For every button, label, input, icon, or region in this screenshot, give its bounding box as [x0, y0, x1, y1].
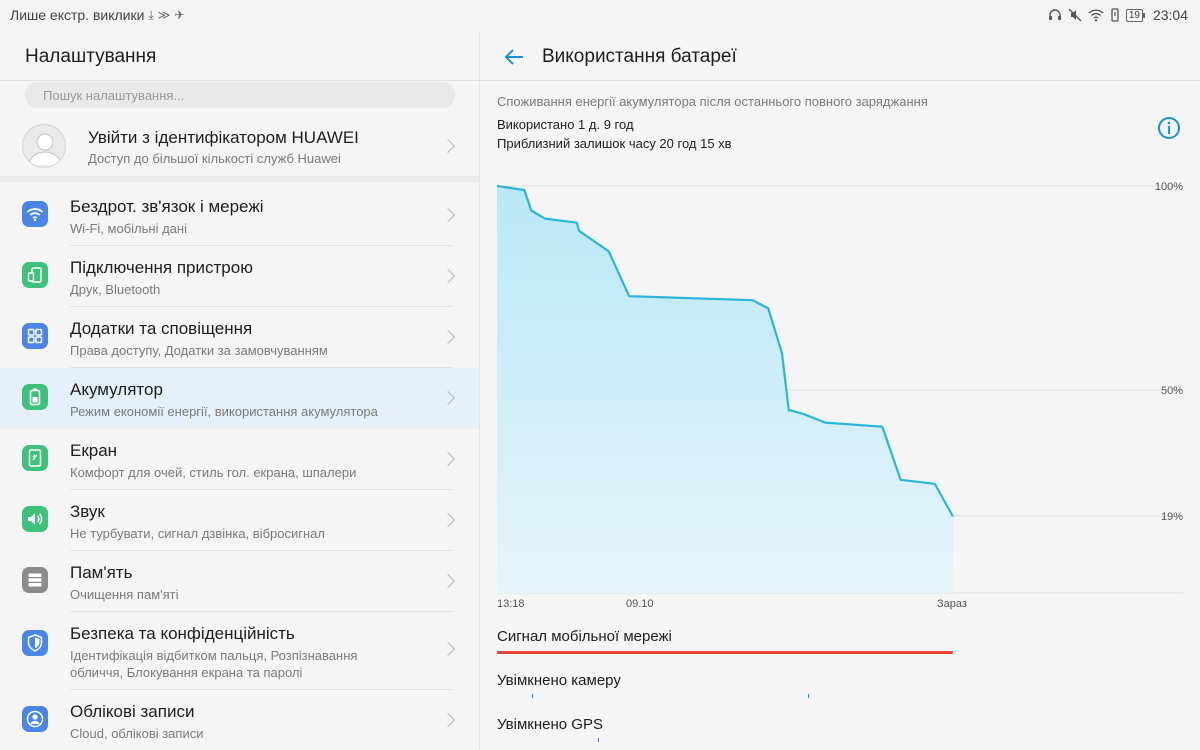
camera-usage-tick [532, 694, 533, 698]
y-tick-label: 50% [1161, 385, 1183, 397]
apps-icon [22, 323, 48, 349]
divider [0, 80, 479, 81]
account-title: Увійти з ідентифікатором HUAWEI [88, 128, 359, 147]
settings-item-subtitle: Режим економії енергії, використання аку… [70, 404, 378, 419]
storage-icon [22, 567, 48, 593]
y-tick-label: 100% [1155, 181, 1183, 193]
settings-item-apps[interactable]: Додатки та сповіщення Права доступу, Дод… [0, 307, 479, 368]
settings-item-subtitle: Не турбувати, сигнал дзвінка, вібросигна… [70, 526, 325, 541]
security-icon [22, 630, 48, 656]
chevron-right-icon [440, 268, 456, 284]
settings-item-title: Пам'ять [70, 563, 133, 582]
settings-item-title: Бездрот. зв'язок і мережі [70, 197, 264, 216]
settings-item-title: Екран [70, 441, 118, 460]
chevron-right-icon [440, 641, 456, 657]
settings-item-title: Додатки та сповіщення [70, 319, 253, 338]
account-subtitle: Доступ до більшої кількості служб Huawei [88, 151, 341, 166]
settings-item-subtitle: Комфорт для очей, стиль гол. екрана, шпа… [70, 465, 357, 480]
device-connect-icon [22, 262, 48, 288]
settings-pane: Налаштування Увійти з ідентифікатором HU… [0, 32, 480, 750]
settings-item-title: Безпека та конфіденційність [70, 624, 295, 643]
divider [0, 176, 479, 182]
chevron-right-icon [440, 390, 456, 406]
clock: 23:04 [1152, 7, 1188, 23]
wifi-icon [22, 201, 48, 227]
status-left: Лише екстр. виклики ⤓ ≫ ✈ [10, 7, 184, 23]
fast-charge-icon: ≫ [157, 8, 171, 22]
settings-item-subtitle: Очищення пам'яті [70, 587, 179, 602]
page-title: Налаштування [25, 46, 157, 67]
x-tick-label: Зараз [937, 598, 967, 610]
huawei-id-signin[interactable]: Увійти з ідентифікатором HUAWEI Доступ д… [0, 114, 479, 176]
chevron-right-icon [440, 512, 456, 528]
settings-item-security[interactable]: Безпека та конфіденційність Ідентифікаці… [0, 612, 479, 690]
vibrate-icon [1111, 8, 1119, 22]
headphones-icon [1048, 9, 1061, 20]
section-title: Увімкнено GPS [497, 716, 603, 733]
section-title: Увімкнено камеру [497, 672, 621, 689]
battery-status-icon: 19 [1125, 8, 1146, 22]
section-title: Сигнал мобільної мережі [497, 628, 672, 645]
carrier-status-text: Лише екстр. виклики [10, 7, 145, 23]
settings-item-title: Підключення пристрою [70, 258, 253, 277]
nfc-icon: ✈ [174, 8, 185, 22]
chevron-right-icon [440, 573, 456, 589]
settings-item-subtitle: Права доступу, Додатки за замовчуванням [70, 343, 328, 358]
settings-item-display[interactable]: Екран Комфорт для очей, стиль гол. екран… [0, 429, 479, 490]
settings-item-subtitle: Друк, Bluetooth [70, 282, 161, 297]
settings-item-device-connection[interactable]: Підключення пристрою Друк, Bluetooth [0, 246, 479, 307]
camera-usage-tick [808, 694, 809, 698]
chevron-right-icon [440, 329, 456, 345]
mobile-signal-bar [497, 651, 953, 654]
x-tick-label: 13:18 [497, 598, 525, 610]
settings-item-subtitle: Ідентифікація відбитком пальця, Розпізна… [70, 648, 358, 680]
status-bar: Лише екстр. виклики ⤓ ≫ ✈ 19 23:04 [0, 0, 1200, 32]
y-tick-label: 19% [1161, 511, 1183, 523]
mute-icon [1068, 8, 1082, 22]
download-icon: ⤓ [148, 7, 154, 22]
settings-item-title: Звук [70, 502, 105, 521]
accounts-icon [22, 706, 48, 732]
battery-usage-pane: Використання батареї Споживання енергії … [480, 32, 1200, 750]
battery-icon [22, 384, 48, 410]
chevron-right-icon [440, 207, 456, 223]
settings-item-wireless[interactable]: Бездрот. зв'язок і мережі Wi-Fi, мобільн… [0, 185, 479, 246]
chevron-right-icon [440, 138, 456, 154]
settings-item-battery[interactable]: Акумулятор Режим економії енергії, викор… [0, 368, 479, 429]
sound-icon [22, 506, 48, 532]
settings-item-accounts[interactable]: Облікові записи Cloud, облікові записи [0, 690, 479, 750]
settings-menu: Бездрот. зв'язок і мережі Wi-Fi, мобільн… [0, 185, 479, 750]
status-right: 19 23:04 [1048, 7, 1188, 23]
settings-item-title: Облікові записи [70, 702, 195, 721]
chevron-right-icon [440, 712, 456, 728]
search-input[interactable] [25, 82, 455, 108]
settings-item-storage[interactable]: Пам'ять Очищення пам'яті [0, 551, 479, 612]
avatar [22, 124, 66, 168]
settings-item-sound[interactable]: Звук Не турбувати, сигнал дзвінка, вібро… [0, 490, 479, 551]
settings-item-subtitle: Cloud, облікові записи [70, 726, 204, 741]
x-tick-label: 09.10 [626, 598, 654, 610]
battery-chart: 100% 50% 19% 13:18 09.10 Зараз [496, 181, 1183, 610]
chevron-right-icon [440, 451, 456, 467]
settings-item-title: Акумулятор [70, 380, 163, 399]
gps-usage-tick [598, 738, 599, 742]
display-icon [22, 445, 48, 471]
wifi-icon [1088, 9, 1104, 22]
settings-item-subtitle: Wi-Fi, мобільні дані [70, 221, 187, 236]
